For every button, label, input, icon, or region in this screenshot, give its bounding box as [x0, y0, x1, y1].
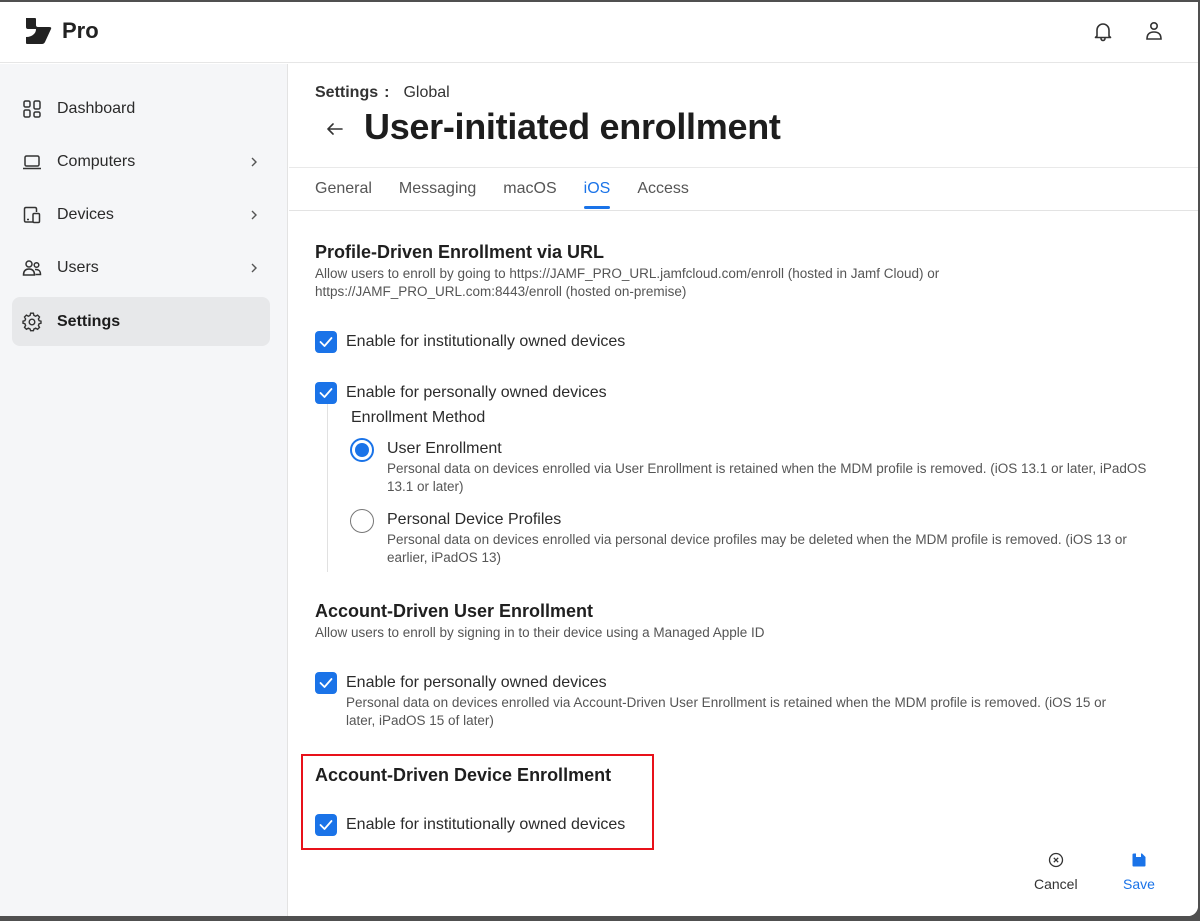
- checkmark-icon: [319, 337, 333, 347]
- user-enrollment-description: 13.1 or later): [387, 479, 464, 494]
- personal-checkbox[interactable]: [315, 382, 337, 404]
- checkmark-icon: [319, 388, 333, 398]
- save-label: Save: [1123, 876, 1155, 892]
- chevron-right-icon: [251, 263, 257, 272]
- tab-ios[interactable]: iOS: [583, 180, 610, 209]
- section-description: Allow users to enroll by signing in to t…: [315, 625, 765, 640]
- personal-device-profiles-radio[interactable]: [350, 509, 374, 533]
- user-enrollment-label[interactable]: User Enrollment: [387, 440, 502, 458]
- account-user-personal-description: later, iPadOS 15 of later): [346, 713, 494, 728]
- sidebar-item-computers[interactable]: Computers: [12, 137, 270, 186]
- save-icon: [1132, 853, 1146, 867]
- chevron-right-icon: [251, 210, 257, 219]
- personal-device-profiles-description: Personal data on devices enrolled via pe…: [387, 532, 1127, 547]
- section-description: https://JAMF_PRO_URL.com:8443/enroll (ho…: [315, 284, 687, 299]
- sidebar-item-label: Dashboard: [57, 99, 136, 117]
- section-description: Allow users to enroll by going to https:…: [315, 266, 940, 281]
- sidebar: Dashboard Computers Devices Users Settin…: [0, 64, 288, 916]
- chevron-right-icon: [251, 157, 257, 166]
- gear-icon: [22, 311, 42, 331]
- sidebar-item-users[interactable]: Users: [12, 243, 270, 292]
- section-title: Account-Driven User Enrollment: [315, 601, 594, 621]
- sidebar-item-dashboard[interactable]: Dashboard: [12, 84, 270, 133]
- institutional-checkbox-label[interactable]: Enable for institutionally owned devices: [346, 333, 625, 351]
- tab-macos[interactable]: macOS: [503, 180, 556, 208]
- breadcrumb-parent[interactable]: Settings: [315, 84, 378, 101]
- personal-device-profiles-description: earlier, iPadOS 13): [387, 550, 502, 565]
- personal-device-profiles-label[interactable]: Personal Device Profiles: [387, 511, 561, 529]
- nested-options-rail: [327, 404, 328, 572]
- account-user-personal-label[interactable]: Enable for personally owned devices: [346, 674, 607, 692]
- breadcrumb-current: Global: [403, 84, 450, 101]
- sidebar-item-label: Users: [57, 258, 99, 276]
- top-bar: Pro: [0, 2, 1198, 63]
- app-window: Pro Dashboard Computers Devices Users Se…: [0, 2, 1198, 916]
- cancel-circle-icon: [1048, 852, 1063, 868]
- section-title: Account-Driven Device Enrollment: [315, 765, 612, 785]
- devices-icon: [23, 206, 41, 223]
- tab-access[interactable]: Access: [637, 180, 689, 208]
- cancel-label: Cancel: [1034, 876, 1078, 892]
- page-title: User-initiated enrollment: [364, 106, 781, 147]
- user-icon[interactable]: [1142, 19, 1166, 43]
- user-enrollment-description: Personal data on devices enrolled via Us…: [387, 461, 1147, 476]
- account-device-institutional-checkbox[interactable]: [315, 814, 337, 836]
- sidebar-item-label: Devices: [57, 205, 114, 223]
- back-arrow-icon[interactable]: [325, 119, 345, 139]
- section-title: Profile-Driven Enrollment via URL: [315, 242, 605, 262]
- sidebar-item-label: Settings: [57, 312, 121, 330]
- tab-general[interactable]: General: [315, 180, 372, 208]
- laptop-icon: [23, 154, 41, 169]
- main-content: Settings: Global User-initiated enrollmen…: [289, 64, 1198, 916]
- account-user-personal-checkbox[interactable]: [315, 672, 337, 694]
- brand-name: Pro: [62, 18, 99, 43]
- divider: [289, 210, 1198, 211]
- divider: [289, 167, 1198, 168]
- personal-checkbox-label[interactable]: Enable for personally owned devices: [346, 384, 607, 402]
- bell-icon[interactable]: [1091, 19, 1115, 43]
- checkmark-icon: [319, 820, 333, 830]
- tab-messaging[interactable]: Messaging: [399, 180, 476, 208]
- breadcrumb-separator: :: [384, 84, 390, 101]
- sidebar-item-devices[interactable]: Devices: [12, 190, 270, 239]
- save-button[interactable]: Save: [1123, 852, 1155, 892]
- users-icon: [22, 259, 42, 276]
- jamf-logo-icon: [26, 18, 52, 44]
- breadcrumb: Settings: Global: [315, 84, 450, 102]
- user-enrollment-radio[interactable]: [350, 438, 374, 462]
- account-user-personal-description: Personal data on devices enrolled via Ac…: [346, 695, 1107, 710]
- sidebar-item-settings[interactable]: Settings: [12, 297, 270, 346]
- enrollment-method-label: Enrollment Method: [351, 409, 486, 426]
- institutional-checkbox[interactable]: [315, 331, 337, 353]
- account-device-institutional-label[interactable]: Enable for institutionally owned devices: [346, 816, 625, 834]
- cancel-button[interactable]: Cancel: [1034, 852, 1078, 892]
- checkmark-icon: [319, 678, 333, 688]
- dashboard-icon: [23, 99, 41, 118]
- sidebar-item-label: Computers: [57, 152, 136, 170]
- tab-bar: General Messaging macOS iOS Access: [315, 180, 716, 209]
